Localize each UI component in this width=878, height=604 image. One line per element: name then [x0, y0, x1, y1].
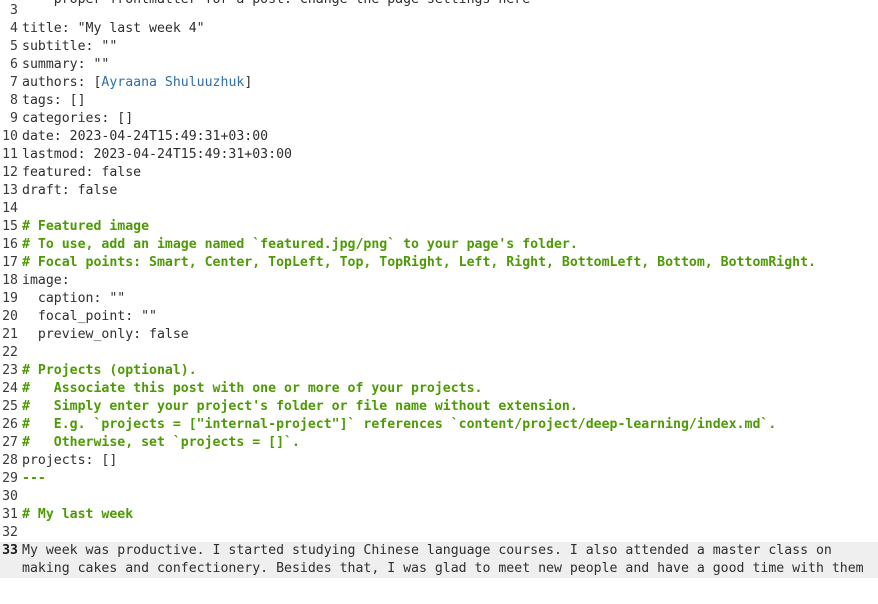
line-text: My week was productive. I started studyi… — [22, 543, 832, 558]
editor-line-28[interactable]: 28 projects: [] — [0, 452, 878, 470]
line-text: projects: [] — [22, 453, 118, 468]
editor-line-12[interactable]: 12 featured: false — [0, 164, 878, 182]
author-link[interactable]: Ayraana Shuluuzhuk — [101, 75, 244, 90]
line-number: 5 — [10, 39, 18, 54]
line-text: image: — [22, 273, 70, 288]
line-number: 27 — [2, 435, 18, 450]
line-number: 31 — [2, 507, 18, 522]
line-text: categories: [] — [22, 111, 134, 126]
editor-line-31[interactable]: 31 # My last week — [0, 506, 878, 524]
line-text: authors: [ — [22, 75, 102, 90]
line-number: 14 — [2, 201, 18, 216]
editor-line-21[interactable]: 21 preview_only: false — [0, 326, 878, 344]
editor-line-11[interactable]: 11 lastmod: 2023-04-24T15:49:31+03:00 — [0, 146, 878, 164]
line-number: 9 — [10, 111, 18, 126]
editor-line-27[interactable]: 27 # Otherwise, set `projects = []`. — [0, 434, 878, 452]
editor-line-22[interactable]: 22 — [0, 344, 878, 362]
editor-line-6[interactable]: 6 summary: "" — [0, 56, 878, 74]
line-number: 28 — [2, 453, 18, 468]
line-number: 17 — [2, 255, 18, 270]
line-number: 21 — [2, 327, 18, 342]
comment-text: # Featured image — [22, 219, 150, 234]
comment-text: # Otherwise, set `projects = []`. — [22, 435, 300, 450]
line-number: 25 — [2, 399, 18, 414]
editor-line-33[interactable]: 33 My week was productive. I started stud… — [0, 542, 878, 560]
editor-line-14[interactable]: 14 — [0, 200, 878, 218]
comment-text: # Projects (optional). — [22, 363, 197, 378]
line-number: 10 — [2, 129, 18, 144]
editor-line-13[interactable]: 13 draft: false — [0, 182, 878, 200]
line-text: making cakes and confectionery. Besides … — [22, 561, 864, 576]
line-number: 26 — [2, 417, 18, 432]
editor-line-9[interactable]: 9 categories: [] — [0, 110, 878, 128]
editor-line-18[interactable]: 18 image: — [0, 272, 878, 290]
line-text: ] — [244, 75, 253, 90]
line-number: 4 — [10, 21, 18, 36]
line-text: featured: false — [22, 165, 142, 180]
line-number: 32 — [2, 525, 18, 540]
line-number: 13 — [2, 183, 18, 198]
line-number: 30 — [2, 489, 18, 504]
line-number: 6 — [10, 57, 18, 72]
line-number: 24 — [2, 381, 18, 396]
editor-line-24[interactable]: 24 # Associate this post with one or more… — [0, 380, 878, 398]
editor-line-15[interactable]: 15 # Featured image — [0, 218, 878, 236]
line-number: 19 — [2, 291, 18, 306]
text-editor[interactable]: --- proper frontmatter for a post. Chang… — [0, 0, 878, 604]
line-number: 8 — [10, 93, 18, 108]
comment-text: # Associate this post with one or more o… — [22, 381, 483, 396]
editor-line-4[interactable]: 4 title: "My last week 4" — [0, 20, 878, 38]
line-text: subtitle: "" — [22, 39, 118, 54]
editor-line-26[interactable]: 26 # E.g. `projects = ["internal-project"… — [0, 416, 878, 434]
line-text: lastmod: 2023-04-24T15:49:31+03:00 — [22, 147, 292, 162]
editor-line-29[interactable]: 29 --- — [0, 470, 878, 488]
line-number: 22 — [2, 345, 18, 360]
line-number: 12 — [2, 165, 18, 180]
comment-text: # Focal points: Smart, Center, TopLeft, … — [22, 255, 816, 270]
comment-text: # To use, add an image named `featured.j… — [22, 237, 578, 252]
line-text: preview_only: false — [22, 327, 189, 342]
line-number: 18 — [2, 273, 18, 288]
line-number: 3 — [10, 3, 18, 18]
editor-line-wrap[interactable]: making cakes and confectionery. Besides … — [0, 560, 878, 578]
comment-text: # E.g. `projects = ["internal-project"]`… — [22, 417, 777, 432]
editor-line-16[interactable]: 16 # To use, add an image named `featured… — [0, 236, 878, 254]
editor-line-17[interactable]: 17 # Focal points: Smart, Center, TopLeft… — [0, 254, 878, 272]
comment-text: # Simply enter your project's folder or … — [22, 399, 578, 414]
editor-line-8[interactable]: 8 tags: [] — [0, 92, 878, 110]
line-number: 15 — [2, 219, 18, 234]
line-number: 33 — [2, 543, 18, 558]
line-text: title: "My last week 4" — [22, 21, 205, 36]
line-text: draft: false — [22, 183, 118, 198]
editor-line-25[interactable]: 25 # Simply enter your project's folder o… — [0, 398, 878, 416]
line-number: 23 — [2, 363, 18, 378]
editor-line-5[interactable]: 5 subtitle: "" — [0, 38, 878, 56]
editor-line-3[interactable]: 3 — [0, 2, 878, 20]
editor-line-23[interactable]: 23 # Projects (optional). — [0, 362, 878, 380]
editor-line-20[interactable]: 20 focal_point: "" — [0, 308, 878, 326]
comment-text: --- — [22, 471, 46, 486]
line-text: summary: "" — [22, 57, 110, 72]
line-number: 20 — [2, 309, 18, 324]
editor-line-10[interactable]: 10 date: 2023-04-24T15:49:31+03:00 — [0, 128, 878, 146]
line-text: date: 2023-04-24T15:49:31+03:00 — [22, 129, 269, 144]
line-number: 7 — [10, 75, 18, 90]
line-number: 11 — [2, 147, 18, 162]
authors-field: authors: [Ayraana Shuluuzhuk] — [22, 74, 252, 92]
line-number: 29 — [2, 471, 18, 486]
line-text: caption: "" — [22, 291, 126, 306]
editor-line-7[interactable]: 7 authors: [Ayraana Shuluuzhuk] — [0, 74, 878, 92]
line-text: tags: [] — [22, 93, 86, 108]
comment-text: # My last week — [22, 507, 134, 522]
line-number: 16 — [2, 237, 18, 252]
editor-line-19[interactable]: 19 caption: "" — [0, 290, 878, 308]
editor-line-32[interactable]: 32 — [0, 524, 878, 542]
editor-line-30[interactable]: 30 — [0, 488, 878, 506]
line-text: focal_point: "" — [22, 309, 157, 324]
